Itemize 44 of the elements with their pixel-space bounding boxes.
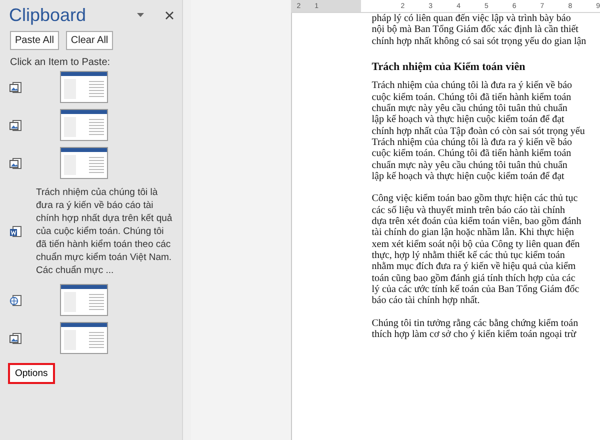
picture-icon (9, 332, 22, 344)
text-line: cuộc kiểm toán. Chúng tôi đã tiến hành kiểm toán (372, 92, 572, 104)
picture-icon (9, 156, 22, 170)
text-line: nhằm mục đích đưa ra ý kiến về hiệu quả của kiểm (372, 261, 576, 273)
clipboard-text-item[interactable]: Trách nhiệm của chúng tôi là đưa ra ý kiến về báo cáo tài chính hợp nhất dựa trên kết quả của cuộc kiểm toán. Chúng tôi đã tiến hành kiểm toán theo các chuẩn mực kiểm toán Việt Nam. Các chuẩn mực ... (36, 186, 176, 277)
text-line: chuẩn mực này yêu cầu chúng tôi tuân thủ chuẩn (372, 160, 568, 171)
screenshot-thumbnail[interactable] (60, 147, 108, 179)
text-line: chính hợp nhất không có sai sót trọng yếu do gian lận (372, 36, 586, 47)
text-line: các số liệu và thuyết minh trên báo cáo tài chính (372, 204, 566, 216)
picture-icon (9, 80, 22, 94)
options-button[interactable]: Options (8, 363, 55, 384)
section-heading: Trách nhiệm của Kiểm toán viên (372, 62, 526, 74)
text-line: toán cũng bao gồm đánh giá tính thích hợp của các (372, 272, 576, 284)
screenshot-thumbnail[interactable] (60, 71, 108, 103)
paste-all-button[interactable]: Paste All (10, 31, 59, 50)
picture-icon (9, 118, 22, 132)
clear-all-button[interactable]: Clear All (66, 31, 114, 50)
close-icon[interactable] (164, 10, 174, 20)
text-line: lý của các ước tính kế toán của Ban Tổng Giám đốc (372, 284, 580, 296)
text-line: thích hợp làm cơ sở cho ý kiến kiểm toán ngoại trừ (372, 329, 576, 340)
text-line: cuộc kiểm toán. Chúng tôi đã tiến hành kiểm toán (372, 148, 572, 160)
pane-title: Clipboard (9, 4, 88, 26)
text-line: lập kế hoạch và thực hiện cuộc kiểm toán để đạt (372, 114, 564, 126)
text-line: báo cáo tài chính hợp nhất. (372, 295, 480, 306)
text-line: thực, hợp lý nhằm thiết kế các thủ tục kiểm toán (372, 250, 565, 262)
text-line: dựa trên xét đoán của kiểm toán viên, bao gồm đánh (372, 216, 582, 228)
instruction-text: Click an Item to Paste: (10, 57, 112, 68)
text-line: Trách nhiệm của chúng tôi là đưa ra ý kiến về báo (372, 80, 572, 92)
text-line: nội bộ mà Ban Tổng Giám đốc xác định là cần thiết (372, 24, 578, 36)
text-line: Công việc kiểm toán bao gồm thực hiện các thủ tục (372, 193, 578, 205)
text-line: Trách nhiệm của chúng tôi là đưa ra ý kiến về báo (372, 136, 572, 148)
screenshot-thumbnail[interactable] (60, 322, 108, 354)
text-line: chính hợp nhất của Tập đoàn có còn sai sót trọng yếu (372, 126, 585, 137)
screenshot-thumbnail[interactable] (60, 109, 108, 141)
dropdown-icon[interactable] (136, 12, 145, 18)
screenshot-thumbnail[interactable] (60, 284, 108, 316)
globe-icon (9, 294, 22, 306)
text-line: chuẩn mực này yêu cầu chúng tôi tuân thủ chuẩn (372, 103, 568, 114)
text-line: pháp lý có liên quan đến việc lập và trình bày báo (372, 13, 571, 24)
document-icon (9, 225, 22, 238)
text-line: xem xét kiểm soát nội bộ của Công ty liên quan đến (372, 238, 580, 250)
text-line: tài chính do gian lận hoặc nhầm lẫn. Khi thực hiện (372, 227, 574, 239)
text-line: Chúng tôi tin tưởng rằng các bằng chứng kiểm toán (372, 318, 578, 330)
text-line: lập kế hoạch và thực hiện cuộc kiểm toán để đạt (372, 170, 564, 182)
